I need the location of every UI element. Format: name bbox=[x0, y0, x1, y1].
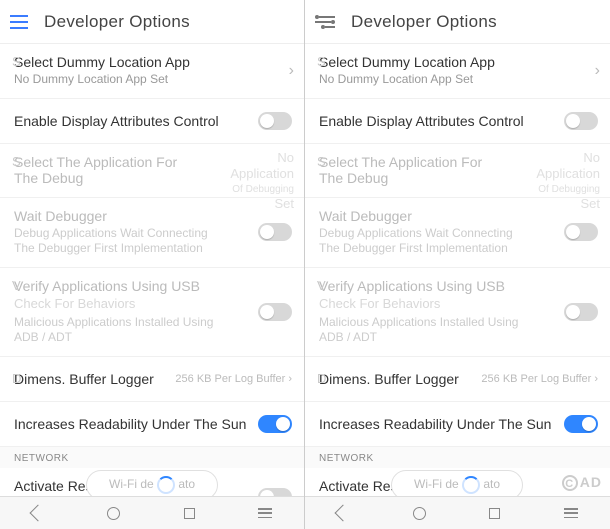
verify-usb-toggle[interactable] bbox=[258, 303, 292, 321]
left-pane: Developer Options S Select Dummy Locatio… bbox=[0, 0, 305, 529]
display-attributes-row[interactable]: Enable Display Attributes Control bbox=[305, 99, 610, 144]
wait-debugger-row[interactable]: Wait Debugger Debug Applications Wait Co… bbox=[0, 198, 304, 268]
verify-usb-toggle[interactable] bbox=[564, 303, 598, 321]
header: Developer Options bbox=[0, 0, 304, 44]
verify-usb-ghost: Check For Behaviors bbox=[14, 296, 290, 313]
spinner-icon bbox=[462, 476, 480, 494]
debug-app-label: Select The Application For The Debug bbox=[319, 154, 489, 186]
page-title: Developer Options bbox=[44, 12, 190, 32]
wifi-pill[interactable]: Wi-Fi de ato bbox=[391, 470, 523, 496]
verify-usb-row[interactable]: V Verify Applications Using USB Check Fo… bbox=[0, 268, 304, 357]
wait-debugger-sub: Debug Applications Wait Connecting The D… bbox=[319, 226, 529, 257]
display-attributes-label: Enable Display Attributes Control bbox=[319, 113, 596, 129]
wait-debugger-label: Wait Debugger bbox=[14, 208, 290, 224]
settings-sliders-icon[interactable] bbox=[315, 15, 335, 29]
buffer-logger-value: 256 KB Per Log Buffer › bbox=[175, 373, 292, 385]
verify-usb-sub: Malicious Applications Installed Using A… bbox=[14, 315, 224, 346]
buffer-logger-value: 256 KB Per Log Buffer › bbox=[481, 373, 598, 385]
network-section-header: NETWORK bbox=[0, 447, 304, 468]
dummy-location-sub: No Dummy Location App Set bbox=[14, 72, 290, 88]
readability-toggle[interactable] bbox=[564, 415, 598, 433]
select-dummy-location-row[interactable]: S Select Dummy Location App No Dummy Loc… bbox=[305, 44, 610, 99]
dummy-location-label: Select Dummy Location App bbox=[319, 54, 596, 70]
wait-debugger-row[interactable]: Wait Debugger Debug Applications Wait Co… bbox=[305, 198, 610, 268]
display-attributes-row[interactable]: Enable Display Attributes Control bbox=[0, 99, 304, 144]
header: Developer Options bbox=[305, 0, 610, 44]
select-dummy-location-row[interactable]: S Select Dummy Location App No Dummy Loc… bbox=[0, 44, 304, 99]
readability-label: Increases Readability Under The Sun bbox=[14, 416, 290, 432]
verify-usb-sub: Malicious Applications Installed Using A… bbox=[319, 315, 529, 346]
page-title: Developer Options bbox=[351, 12, 497, 32]
nav-recent-icon[interactable] bbox=[489, 508, 500, 519]
wait-debugger-toggle[interactable] bbox=[258, 223, 292, 241]
spinner-icon bbox=[157, 476, 175, 494]
nav-recent-icon[interactable] bbox=[184, 508, 195, 519]
content-scroll[interactable]: S Select Dummy Location App No Dummy Loc… bbox=[305, 44, 610, 496]
verify-usb-row[interactable]: V Verify Applications Using USB Check Fo… bbox=[305, 268, 610, 357]
ad-watermark: CAD bbox=[562, 474, 602, 491]
right-pane: Developer Options S Select Dummy Locatio… bbox=[305, 0, 610, 529]
verify-usb-label: Verify Applications Using USB bbox=[14, 278, 290, 294]
wait-debugger-label: Wait Debugger bbox=[319, 208, 596, 224]
activate-resist-row[interactable]: Activate Resist Wi-Fi de ato Increases L… bbox=[0, 468, 304, 496]
debug-app-label: Select The Application For The Debug bbox=[14, 154, 184, 186]
nav-back-icon[interactable] bbox=[337, 507, 349, 519]
readability-row[interactable]: Increases Readability Under The Sun bbox=[305, 402, 610, 447]
network-section-header: NETWORK bbox=[305, 447, 610, 468]
buffer-logger-row[interactable]: D Dimens. Buffer Logger 256 KB Per Log B… bbox=[0, 357, 304, 402]
content-scroll[interactable]: S Select Dummy Location App No Dummy Loc… bbox=[0, 44, 304, 496]
nav-back-icon[interactable] bbox=[32, 507, 44, 519]
display-attributes-label: Enable Display Attributes Control bbox=[14, 113, 290, 129]
display-attributes-toggle[interactable] bbox=[564, 112, 598, 130]
select-debug-app-row[interactable]: S Select The Application For The Debug N… bbox=[0, 144, 304, 198]
activate-resist-toggle[interactable] bbox=[258, 488, 292, 496]
readability-label: Increases Readability Under The Sun bbox=[319, 416, 596, 432]
verify-usb-label: Verify Applications Using USB bbox=[319, 278, 596, 294]
android-navbar bbox=[305, 496, 610, 529]
buffer-logger-row[interactable]: D Dimens. Buffer Logger 256 KB Per Log B… bbox=[305, 357, 610, 402]
nav-home-icon[interactable] bbox=[413, 507, 426, 520]
chevron-right-icon: › bbox=[289, 62, 294, 80]
dummy-location-sub: No Dummy Location App Set bbox=[319, 72, 596, 88]
nav-menu-icon[interactable] bbox=[564, 508, 578, 518]
readability-row[interactable]: Increases Readability Under The Sun bbox=[0, 402, 304, 447]
dummy-location-label: Select Dummy Location App bbox=[14, 54, 290, 70]
wifi-pill[interactable]: Wi-Fi de ato bbox=[86, 470, 218, 496]
android-navbar bbox=[0, 496, 304, 529]
wait-debugger-sub: Debug Applications Wait Connecting The D… bbox=[14, 226, 224, 257]
readability-toggle[interactable] bbox=[258, 415, 292, 433]
nav-menu-icon[interactable] bbox=[258, 508, 272, 518]
chevron-right-icon: › bbox=[595, 62, 600, 80]
verify-usb-ghost: Check For Behaviors bbox=[319, 296, 596, 313]
display-attributes-toggle[interactable] bbox=[258, 112, 292, 130]
wait-debugger-toggle[interactable] bbox=[564, 223, 598, 241]
select-debug-app-row[interactable]: S Select The Application For The Debug N… bbox=[305, 144, 610, 198]
nav-home-icon[interactable] bbox=[107, 507, 120, 520]
hamburger-icon[interactable] bbox=[10, 15, 28, 29]
